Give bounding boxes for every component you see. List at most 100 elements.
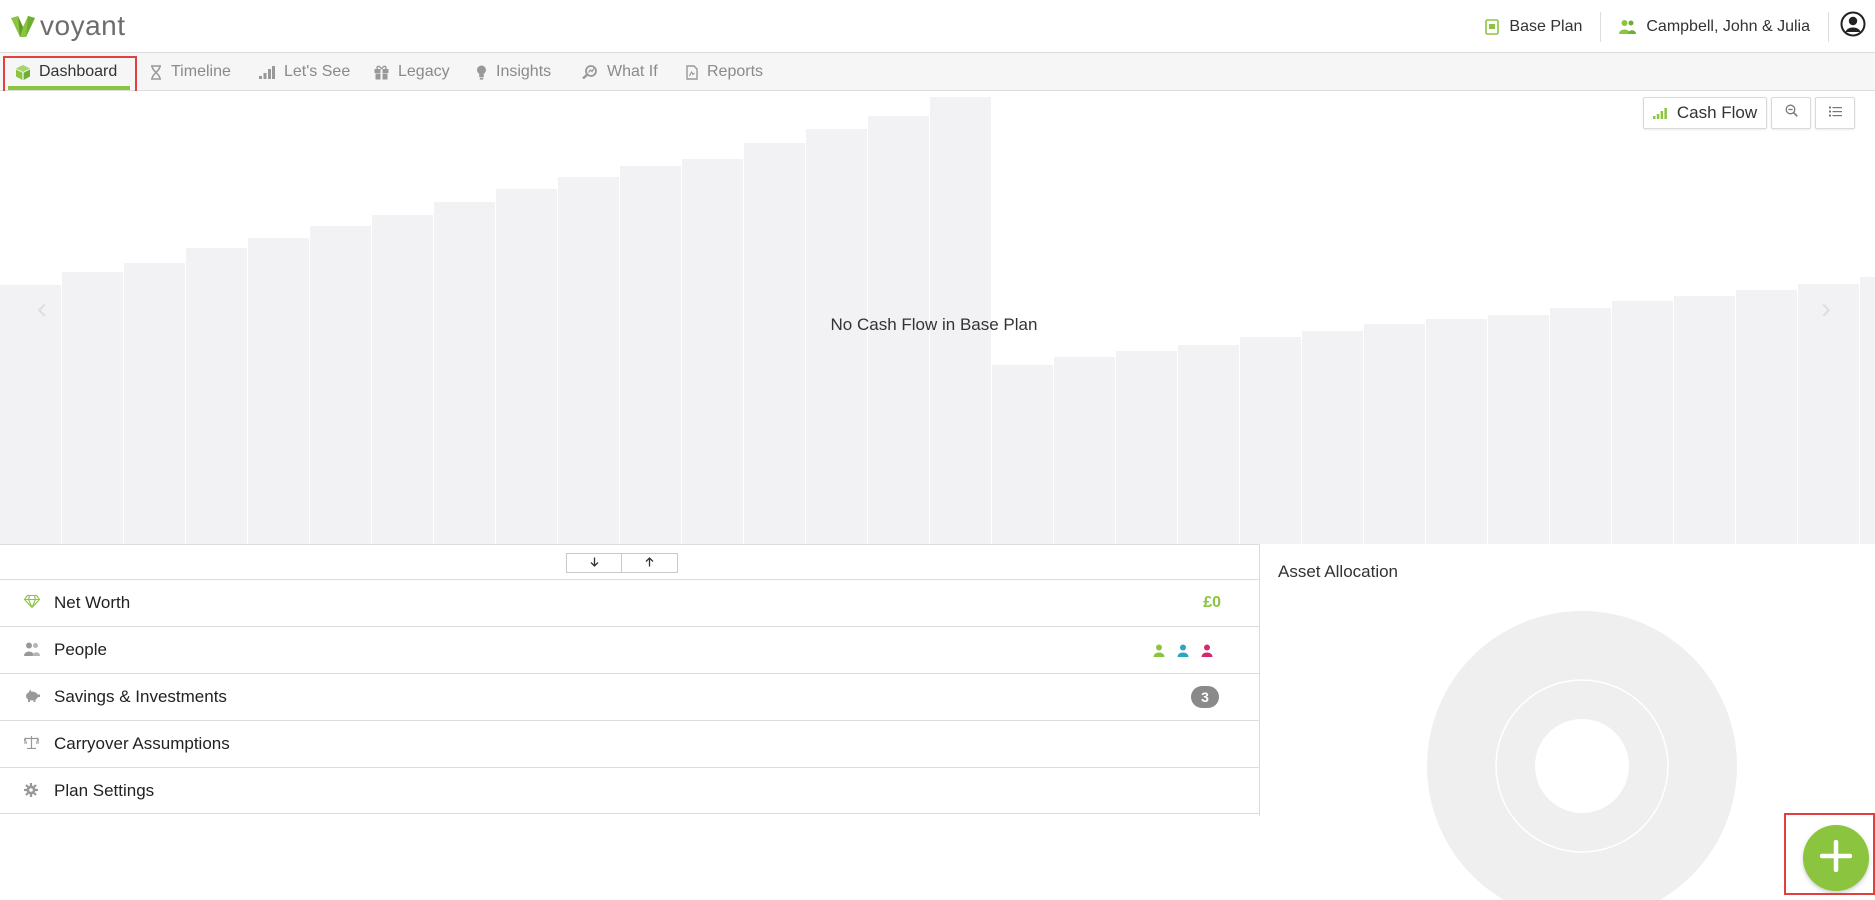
zoom-out-button[interactable] bbox=[1771, 97, 1811, 129]
people-row[interactable]: People bbox=[0, 626, 1259, 673]
placeholder-bar bbox=[1550, 308, 1611, 544]
expand-all-button[interactable] bbox=[566, 553, 622, 573]
app-header: voyant Base Plan Campbell, John & Julia bbox=[0, 0, 1875, 53]
placeholder-bar bbox=[496, 189, 557, 544]
placeholder-bar bbox=[1116, 351, 1177, 544]
person-icon bbox=[1177, 644, 1189, 657]
people-icon bbox=[24, 642, 40, 656]
tab-legacy-label: Legacy bbox=[398, 63, 450, 80]
arrow-down-icon bbox=[590, 554, 599, 572]
plan-summary-panel: Net Worth £0 People Savings & Investment… bbox=[0, 544, 1260, 816]
tab-what-if[interactable]: What If bbox=[582, 53, 658, 91]
placeholder-bar bbox=[1612, 301, 1673, 544]
piggy-bank-icon bbox=[24, 689, 40, 702]
tab-reports[interactable]: Reports bbox=[686, 53, 763, 91]
placeholder-bar bbox=[1364, 324, 1425, 544]
person-icon bbox=[1153, 644, 1165, 657]
placeholder-bar bbox=[682, 159, 743, 544]
base-plan-label: Base Plan bbox=[1509, 17, 1583, 35]
people-label: People bbox=[54, 640, 107, 659]
savings-count-badge: 3 bbox=[1191, 686, 1219, 708]
tab-timeline-label: Timeline bbox=[171, 63, 231, 80]
add-button[interactable] bbox=[1803, 825, 1869, 891]
carryover-assumptions-label: Carryover Assumptions bbox=[54, 734, 230, 753]
asset-allocation-panel: Asset Allocation bbox=[1260, 544, 1875, 900]
placeholder-bar bbox=[124, 263, 185, 544]
placeholder-bar bbox=[1488, 315, 1549, 544]
net-worth-label: Net Worth bbox=[54, 593, 131, 612]
placeholder-bar bbox=[1178, 345, 1239, 544]
bar-chart-icon bbox=[259, 65, 275, 79]
user-profile-button[interactable] bbox=[1829, 0, 1875, 53]
gear-icon bbox=[24, 783, 38, 797]
empty-chart-message: No Cash Flow in Base Plan bbox=[830, 315, 1038, 334]
placeholder-bar bbox=[744, 143, 805, 544]
people-avatars bbox=[1141, 644, 1213, 657]
main-tabs: Dashboard Timeline Let's See Legacy Insi… bbox=[0, 53, 1875, 91]
placeholder-bar bbox=[620, 166, 681, 544]
active-tab-indicator bbox=[8, 86, 130, 90]
summary-list: Net Worth £0 People Savings & Investment… bbox=[0, 579, 1259, 814]
tab-insights[interactable]: Insights bbox=[476, 53, 551, 91]
list-icon bbox=[1828, 104, 1842, 122]
person-icon bbox=[1201, 644, 1213, 657]
scales-icon bbox=[24, 736, 39, 749]
placeholder-bar bbox=[992, 365, 1053, 544]
tab-what-if-label: What If bbox=[607, 63, 658, 80]
placeholder-bar bbox=[434, 202, 495, 544]
placeholder-bar bbox=[62, 272, 123, 544]
net-worth-value: £0 bbox=[1203, 594, 1221, 611]
cash-flow-chart-area: ‹ › No Cash Flow in Base Plan Cash Flow bbox=[0, 91, 1875, 544]
placeholder-bar bbox=[186, 248, 247, 544]
savings-investments-label: Savings & Investments bbox=[54, 687, 227, 706]
placeholder-bar bbox=[558, 177, 619, 544]
cash-flow-label: Cash Flow bbox=[1676, 103, 1758, 122]
client-selector[interactable]: Campbell, John & Julia bbox=[1601, 0, 1828, 53]
tab-timeline[interactable]: Timeline bbox=[150, 53, 231, 91]
diamond-icon bbox=[24, 595, 40, 608]
voyant-logo-icon bbox=[11, 16, 35, 37]
plus-icon bbox=[1819, 839, 1853, 877]
clients-icon bbox=[1619, 19, 1637, 34]
logo-text: voyant bbox=[40, 10, 126, 41]
tab-insights-label: Insights bbox=[496, 63, 552, 80]
tab-lets-see[interactable]: Let's See bbox=[259, 53, 350, 91]
cash-flow-view-button[interactable]: Cash Flow bbox=[1643, 97, 1767, 129]
cube-icon bbox=[16, 64, 30, 80]
gift-icon bbox=[374, 65, 389, 80]
placeholder-bar bbox=[372, 215, 433, 544]
search-chart-icon bbox=[582, 65, 598, 79]
tab-reports-label: Reports bbox=[707, 63, 764, 80]
carryover-assumptions-row[interactable]: Carryover Assumptions bbox=[0, 720, 1259, 767]
chart-toolbar: Cash Flow bbox=[1639, 97, 1855, 129]
arrow-up-icon bbox=[645, 554, 654, 572]
placeholder-bar bbox=[1054, 357, 1115, 544]
tab-legacy[interactable]: Legacy bbox=[374, 53, 450, 91]
placeholder-bar bbox=[1426, 319, 1487, 544]
bar-chart-icon bbox=[1652, 107, 1667, 119]
tab-lets-see-label: Let's See bbox=[284, 63, 351, 80]
expand-collapse-toggles bbox=[566, 553, 678, 573]
savings-investments-row[interactable]: Savings & Investments 3 bbox=[0, 673, 1259, 720]
lightbulb-icon bbox=[476, 65, 487, 80]
asset-allocation-donut bbox=[1427, 611, 1737, 900]
list-view-button[interactable] bbox=[1815, 97, 1855, 129]
placeholder-bar bbox=[806, 129, 867, 544]
tab-dashboard-label: Dashboard bbox=[39, 63, 118, 80]
collapse-all-button[interactable] bbox=[622, 553, 678, 573]
plan-settings-row[interactable]: Plan Settings bbox=[0, 767, 1259, 814]
placeholder-bar bbox=[1240, 337, 1301, 544]
base-plan-button[interactable]: Base Plan bbox=[1467, 0, 1600, 53]
placeholder-bar bbox=[310, 226, 371, 544]
plan-document-icon bbox=[1485, 18, 1500, 35]
client-name: Campbell, John & Julia bbox=[1646, 17, 1810, 35]
user-avatar-icon bbox=[1840, 11, 1866, 42]
hourglass-icon bbox=[150, 64, 162, 80]
asset-allocation-title: Asset Allocation bbox=[1278, 562, 1399, 581]
placeholder-bar bbox=[248, 238, 309, 544]
placeholder-bar bbox=[1302, 331, 1363, 544]
net-worth-row[interactable]: Net Worth £0 bbox=[0, 579, 1259, 626]
plan-settings-label: Plan Settings bbox=[54, 780, 155, 800]
voyant-logo[interactable]: voyant bbox=[10, 10, 126, 42]
document-icon bbox=[686, 64, 698, 80]
